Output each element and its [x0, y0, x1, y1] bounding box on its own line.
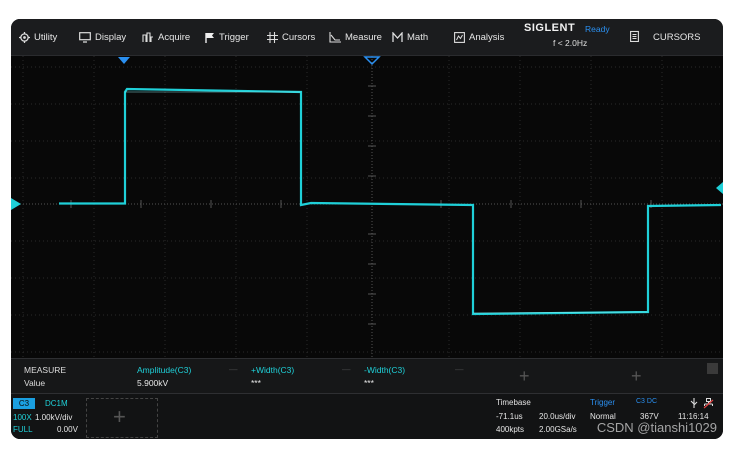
- menu-measure[interactable]: Measure: [329, 19, 382, 55]
- trigger-source: C3 DC: [636, 398, 658, 405]
- brand-logo: SIGLENT: [524, 22, 576, 34]
- oscilloscope-screen: Utility Display Acquire Trigger Cursors …: [11, 19, 723, 439]
- run-status: Ready: [585, 24, 610, 34]
- measure-neg-width-name[interactable]: -Width(C3): [364, 365, 405, 375]
- channel-bandwidth: FULL: [13, 425, 33, 434]
- menu-measure-label: Measure: [345, 31, 382, 43]
- menu-analysis[interactable]: Analysis: [454, 19, 504, 55]
- measure-pos-width-value: ***: [251, 378, 261, 388]
- timebase-delay: -71.1us: [496, 412, 523, 421]
- timebase-sample-rate: 2.00GSa/s: [539, 425, 577, 434]
- flag-icon: [205, 32, 214, 43]
- measure-panel: MEASURE Value Amplitude(C3) — 5.900kV +W…: [11, 358, 723, 393]
- active-mode-label[interactable]: CURSORS: [653, 19, 701, 55]
- measure-divider: —: [455, 364, 464, 374]
- network-icon: [703, 398, 714, 409]
- menu-utility[interactable]: Utility: [19, 19, 57, 55]
- math-icon: [392, 31, 403, 42]
- menu-cursors-label: Cursors: [282, 31, 316, 43]
- add-measure-plus-icon[interactable]: +: [631, 367, 642, 385]
- waveform-display[interactable]: [11, 56, 723, 358]
- measure-value-label: Value: [24, 378, 46, 388]
- analysis-icon: [454, 31, 465, 43]
- trigger-label: Trigger: [590, 398, 616, 407]
- menu-math-label: Math: [407, 31, 429, 43]
- measure-neg-width-value: ***: [364, 378, 374, 388]
- measure-divider: —: [229, 364, 238, 374]
- menu-trigger-label: Trigger: [219, 31, 249, 43]
- channel-3-trace: [59, 87, 722, 316]
- timebase-scale: 20.0us/div: [539, 412, 576, 421]
- channel-probe: 100X: [13, 413, 32, 422]
- acquire-icon: [142, 31, 153, 42]
- gear-icon: [19, 31, 30, 43]
- channel-tag: C3: [13, 398, 35, 409]
- trigger-frequency: f < 2.0Hz: [553, 38, 588, 48]
- menu-math[interactable]: Math: [392, 19, 428, 55]
- measure-pos-width-name[interactable]: +Width(C3): [251, 365, 294, 375]
- clipboard-icon[interactable]: [630, 30, 639, 42]
- brand-status-panel: SIGLENT Ready f < 2.0Hz: [516, 21, 614, 53]
- channel-offset: 0.00V: [57, 425, 78, 434]
- measure-amplitude-value: 5.900kV: [137, 378, 169, 388]
- channel-3-info[interactable]: C3 DC1M 100X 1.00kV/div FULL 0.00V: [11, 398, 83, 438]
- channel-coupling: DC1M: [45, 399, 68, 408]
- menu-analysis-label: Analysis: [469, 31, 505, 43]
- close-measure-icon[interactable]: [707, 363, 718, 374]
- timebase-memory: 400kpts: [496, 425, 525, 434]
- measure-divider: —: [342, 364, 351, 374]
- horizontal-delay-marker: [363, 56, 381, 66]
- measure-header: MEASURE: [24, 365, 67, 375]
- usb-icon: [690, 398, 698, 408]
- menu-trigger[interactable]: Trigger: [205, 19, 249, 55]
- channel-3-ground-marker: [11, 198, 21, 210]
- monitor-icon: [79, 31, 91, 43]
- channel-scale: 1.00kV/div: [35, 413, 73, 422]
- trigger-position-marker: [118, 57, 130, 64]
- menu-acquire[interactable]: Acquire: [142, 19, 190, 55]
- cursors-icon: [267, 31, 278, 43]
- add-channel-button[interactable]: +: [86, 398, 158, 438]
- trigger-level-marker: [716, 182, 723, 194]
- add-measure-plus-icon[interactable]: +: [519, 367, 530, 385]
- watermark: CSDN @tianshi1029: [596, 420, 717, 435]
- menu-display-label: Display: [95, 31, 127, 43]
- axis-ticks: [70, 85, 652, 325]
- menu-cursors[interactable]: Cursors: [267, 19, 315, 55]
- measure-amplitude-name[interactable]: Amplitude(C3): [137, 365, 191, 375]
- menu-acquire-label: Acquire: [158, 31, 191, 43]
- menu-display[interactable]: Display: [79, 19, 126, 55]
- timebase-info[interactable]: Timebase -71.1us 20.0us/div 400kpts 2.00…: [494, 398, 586, 438]
- plus-icon: +: [113, 404, 126, 429]
- measure-icon: [329, 31, 341, 43]
- menu-bar: Utility Display Acquire Trigger Cursors …: [11, 19, 723, 56]
- timebase-label: Timebase: [496, 398, 531, 407]
- menu-utility-label: Utility: [34, 31, 58, 43]
